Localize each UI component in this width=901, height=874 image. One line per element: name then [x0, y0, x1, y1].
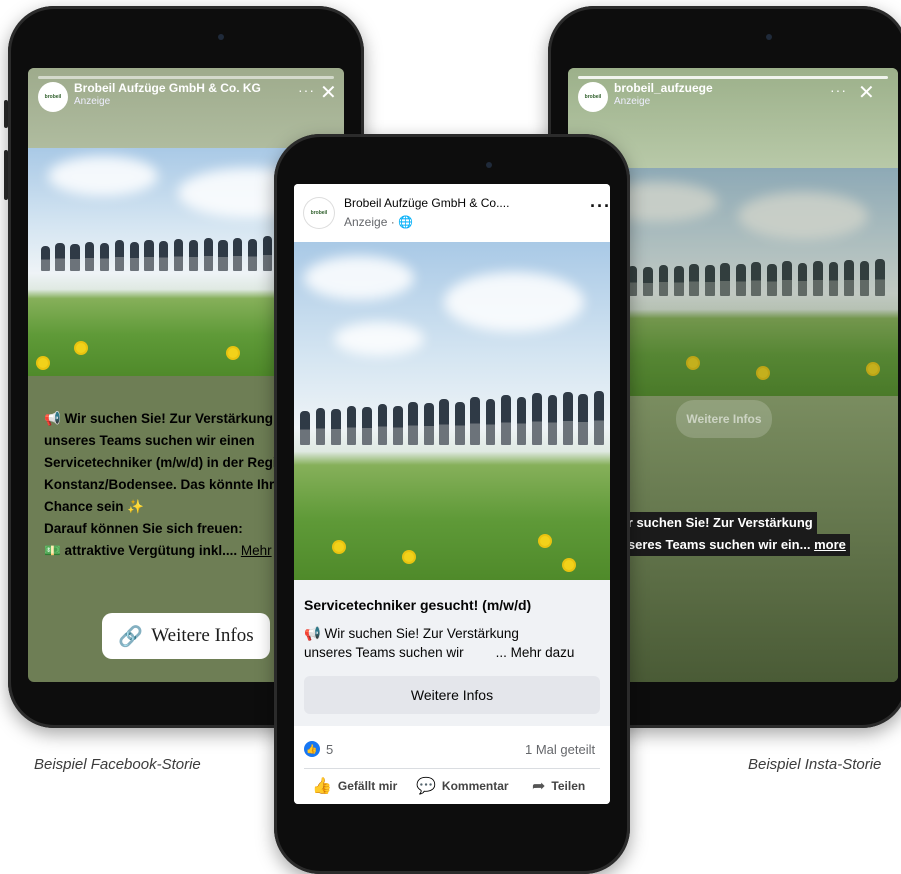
story-text-line: Darauf können Sie sich freuen: — [44, 521, 243, 536]
link-icon: 🔗 — [118, 625, 144, 648]
post-body-line: unseres Teams suchen wir ... Mehr dazu — [304, 643, 574, 662]
comment-label: Kommentar — [441, 779, 509, 793]
more-link[interactable]: ... Mehr dazu — [496, 645, 575, 660]
caption-instagram: Beispiel Insta-Storie — [748, 756, 882, 773]
share-button[interactable]: ➦ Teilen — [532, 776, 585, 796]
account-avatar[interactable]: brobeil — [578, 82, 608, 112]
post-body-line: 📢 Wir suchen Sie! Zur Verstärkung — [304, 626, 519, 641]
facebook-feed-screen: brobeil Brobeil Aufzüge GmbH & Co.... An… — [294, 184, 610, 804]
comment-icon: 💬 — [416, 778, 436, 795]
center-phone: brobeil Brobeil Aufzüge GmbH & Co.... An… — [274, 134, 630, 874]
more-link[interactable]: Mehr — [241, 543, 272, 558]
reaction-count[interactable]: 5 — [326, 742, 333, 757]
story-progress-bar — [38, 76, 334, 79]
close-icon[interactable]: ✕ — [320, 80, 337, 105]
story-text-line: unseres Teams suchen wir einen — [44, 433, 255, 448]
caption-line-2: unseres Teams suchen wir ein... more — [608, 534, 850, 556]
like-label: Gefällt mir — [337, 779, 398, 793]
share-icon: ➦ — [532, 778, 546, 795]
like-reaction-icon[interactable]: 👍 — [304, 741, 320, 757]
more-info-button[interactable]: 🔗 Weitere Infos — [102, 613, 270, 659]
more-info-button[interactable]: Weitere Infos — [676, 400, 772, 438]
comment-button[interactable]: 💬 Kommentar — [416, 776, 509, 796]
share-count[interactable]: 1 Mal geteilt — [525, 742, 595, 757]
page-name[interactable]: Brobeil Aufzüge GmbH & Co. KG — [74, 81, 261, 95]
story-caption: Wir suchen Sie! Zur Verstärkung unseres … — [608, 512, 850, 556]
page-name[interactable]: Brobeil Aufzüge GmbH & Co.... — [344, 196, 509, 210]
cta-label: Weitere Infos — [151, 625, 254, 646]
more-options-icon[interactable]: ··· — [590, 196, 610, 217]
sponsored-label: Anzeige · 🌐 — [344, 215, 413, 229]
like-button[interactable]: 👍 Gefällt mir — [312, 776, 397, 796]
caption-facebook: Beispiel Facebook-Storie — [34, 756, 201, 773]
thumbs-up-icon: 👍 — [312, 778, 332, 795]
story-text: 📢 Wir suchen Sie! Zur Verstärkung unsere… — [44, 408, 304, 562]
share-label: Teilen — [551, 779, 586, 793]
post-headline[interactable]: Servicetechniker gesucht! (m/w/d) — [304, 597, 531, 613]
more-info-button[interactable]: Weitere Infos — [304, 676, 600, 714]
facebook-post: brobeil Brobeil Aufzüge GmbH & Co.... An… — [294, 184, 610, 804]
divider — [304, 768, 600, 769]
account-username[interactable]: brobeil_aufzuege — [614, 81, 713, 95]
close-icon[interactable]: ✕ — [858, 80, 875, 105]
story-text-line: Konstanz/Bodensee. Das könnte Ihre — [44, 477, 282, 492]
caption-line: Wir suchen Sie! Zur Verstärkung — [608, 512, 817, 534]
more-options-icon[interactable]: ··· — [830, 82, 847, 98]
sponsored-label: Anzeige — [614, 96, 651, 107]
story-text-line: Servicetechniker (m/w/d) in der Region — [44, 455, 294, 470]
more-link[interactable]: more — [814, 537, 846, 552]
sponsored-label: Anzeige — [74, 96, 111, 107]
camera-dot — [486, 162, 492, 168]
story-text-fragment: 💵 attraktive Vergütung inkl.... — [44, 543, 241, 558]
caption-fragment: unseres Teams suchen wir ein... — [612, 537, 815, 552]
camera-dot — [766, 34, 772, 40]
post-body: 📢 Wir suchen Sie! Zur Verstärkung unsere… — [304, 624, 574, 662]
post-body-fragment: unseres Teams suchen wir — [304, 645, 464, 660]
page-avatar[interactable]: brobeil — [38, 82, 68, 112]
team-photo[interactable] — [294, 242, 610, 580]
story-text-line: 💵 attraktive Vergütung inkl.... Mehr — [44, 540, 304, 562]
story-progress-bar — [578, 76, 888, 79]
more-options-icon[interactable]: ··· — [298, 82, 315, 98]
story-text-line: 📢 Wir suchen Sie! Zur Verstärkung — [44, 411, 273, 426]
camera-dot — [218, 34, 224, 40]
page-logo[interactable]: brobeil — [304, 198, 334, 228]
story-text-line: Chance sein ✨ — [44, 499, 145, 514]
